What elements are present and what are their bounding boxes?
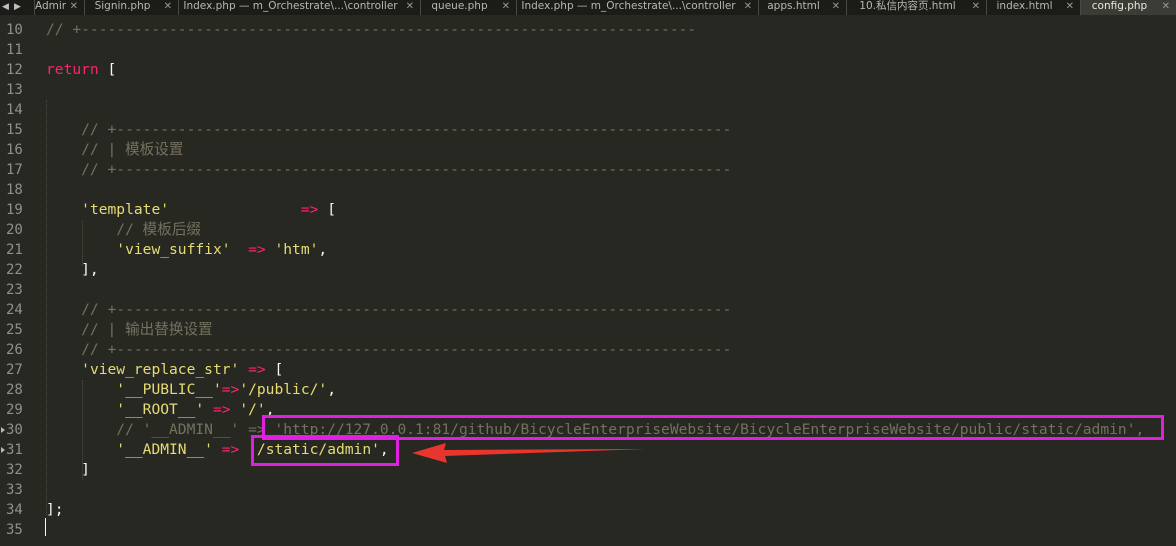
red-arrow-icon (412, 443, 645, 463)
tab-close-icon[interactable]: ✕ (1162, 0, 1170, 13)
tab-4[interactable]: queue.php ✕ (420, 0, 516, 15)
tab-label: config.php (1091, 0, 1148, 12)
tab-2[interactable]: Signin.php ✕ (84, 0, 178, 15)
tab-6[interactable]: apps.html ✕ (758, 0, 846, 15)
tab-label: Admin (35, 0, 66, 12)
tab-close-icon[interactable]: ✕ (832, 0, 840, 13)
tab-label: Index.php — m_Orchestrate\...\controller (521, 0, 736, 12)
tab-close-icon[interactable]: ✕ (502, 0, 510, 13)
tab-label: Signin.php (94, 0, 151, 12)
tab-label: index.html (996, 0, 1053, 12)
tab-close-icon[interactable]: ✕ (972, 0, 980, 13)
tab-close-icon[interactable]: ✕ (744, 0, 752, 13)
tab-label: queue.php (431, 0, 488, 12)
tab-close-icon[interactable]: ✕ (164, 0, 172, 13)
tab-8[interactable]: index.html ✕ (986, 0, 1080, 15)
tab-7[interactable]: 10.私信内容页.html ✕ (846, 0, 986, 15)
code-editor[interactable]: 10// +----------------------------------… (0, 15, 1176, 546)
tab-label: apps.html (767, 0, 820, 12)
tab-close-icon[interactable]: ✕ (406, 0, 414, 13)
tab-1[interactable]: Admin ✕ (34, 0, 84, 15)
tab-next-icon[interactable]: ▶ (14, 0, 21, 15)
tab-close-icon[interactable]: ✕ (1066, 0, 1074, 13)
tab-bar: ◀ ▶ Admin ✕ Signin.php ✕ Index.php — m_Orche… (0, 0, 1176, 15)
tab-9[interactable]: config.php ✕ (1080, 0, 1176, 15)
tab-label: 10.私信内容页.html (859, 0, 956, 12)
tab-close-icon[interactable]: ✕ (70, 0, 78, 13)
tab-5[interactable]: Index.php — m_Orchestrate\...\controller… (516, 0, 758, 15)
tab-3[interactable]: Index.php — m_Orchestrate\...\controller… (178, 0, 420, 15)
tab-label: Index.php — m_Orchestrate\...\controller (183, 0, 398, 12)
text-cursor (45, 518, 46, 536)
tab-prev-icon[interactable]: ◀ (2, 0, 9, 15)
